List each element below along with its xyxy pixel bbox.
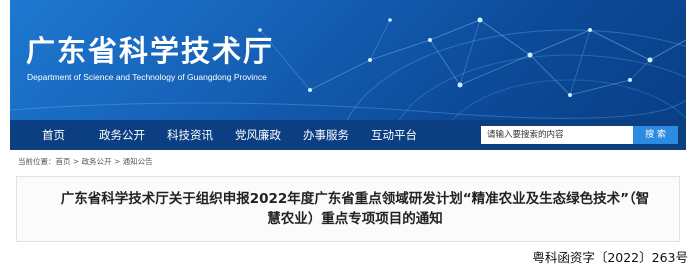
nav-item-sci-tech-news[interactable]: 科技资讯 (167, 120, 213, 150)
breadcrumb-prefix: 当前位置： (18, 157, 56, 166)
breadcrumb-separator: > (111, 157, 123, 166)
article-title: 广东省科学技术厅关于组织申报2022年度广东省重点领域研发计划“精准农业及生态绿… (60, 191, 650, 227)
site-subtitle: Department of Science and Technology of … (27, 72, 267, 82)
nav-item-party-integrity[interactable]: 党风廉政 (235, 120, 281, 150)
site-title: 广东省科学技术厅 (26, 34, 275, 68)
main-nav: 首页 政务公开 科技资讯 党风廉政 办事服务 互动平台 搜 索 (10, 120, 686, 150)
nav-item-home[interactable]: 首页 (42, 120, 65, 150)
page-frame: 广东省科学技术厅 Department of Science and Techn… (10, 0, 686, 246)
nav-item-government-affairs[interactable]: 政务公开 (99, 120, 145, 150)
breadcrumb-link-government-affairs[interactable]: 政务公开 (82, 157, 112, 166)
document-number: 粤科函资字〔2022〕263号 (532, 250, 688, 265)
article-title-box: 广东省科学技术厅关于组织申报2022年度广东省重点领域研发计划“精准农业及生态绿… (16, 176, 680, 242)
nav-item-interaction[interactable]: 互动平台 (371, 120, 417, 150)
nav-item-services[interactable]: 办事服务 (303, 120, 349, 150)
breadcrumb-link-home[interactable]: 首页 (56, 157, 71, 166)
breadcrumb-separator: > (70, 157, 82, 166)
search-input[interactable] (481, 126, 633, 144)
search-button[interactable]: 搜 索 (633, 126, 678, 144)
breadcrumb: 当前位置：首页 > 政务公开 > 通知公告 (18, 156, 153, 167)
breadcrumb-link-notices[interactable]: 通知公告 (123, 157, 153, 166)
header-banner: 广东省科学技术厅 Department of Science and Techn… (10, 0, 686, 120)
